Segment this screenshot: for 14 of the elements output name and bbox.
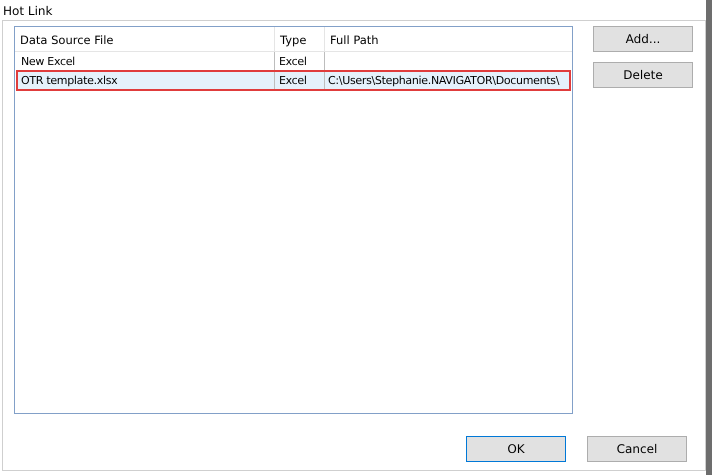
dialog-button[interactable]: OK — [466, 436, 566, 462]
column-header[interactable]: Full Path — [325, 27, 572, 51]
table-row[interactable]: OTR template.xlsx Excel C:\Users\Stephanie.NAVIGATOR\Documents\ — [17, 71, 570, 90]
table-cell: Excel — [279, 55, 307, 68]
table-cell: OTR template.xlsx — [21, 74, 118, 87]
table-cell: C:\Users\Stephanie.NAVIGATOR\Documents\ — [328, 74, 560, 87]
side-button[interactable]: Add... — [593, 26, 693, 52]
column-header[interactable]: Data Source File — [15, 27, 275, 51]
table-cell: Excel — [279, 74, 307, 87]
dialog-button[interactable]: Cancel — [587, 436, 687, 462]
side-button[interactable]: Delete — [593, 62, 693, 88]
column-header[interactable]: Type — [275, 27, 325, 51]
window-title: Hot Link — [2, 3, 54, 20]
table-cell: New Excel — [21, 55, 75, 68]
